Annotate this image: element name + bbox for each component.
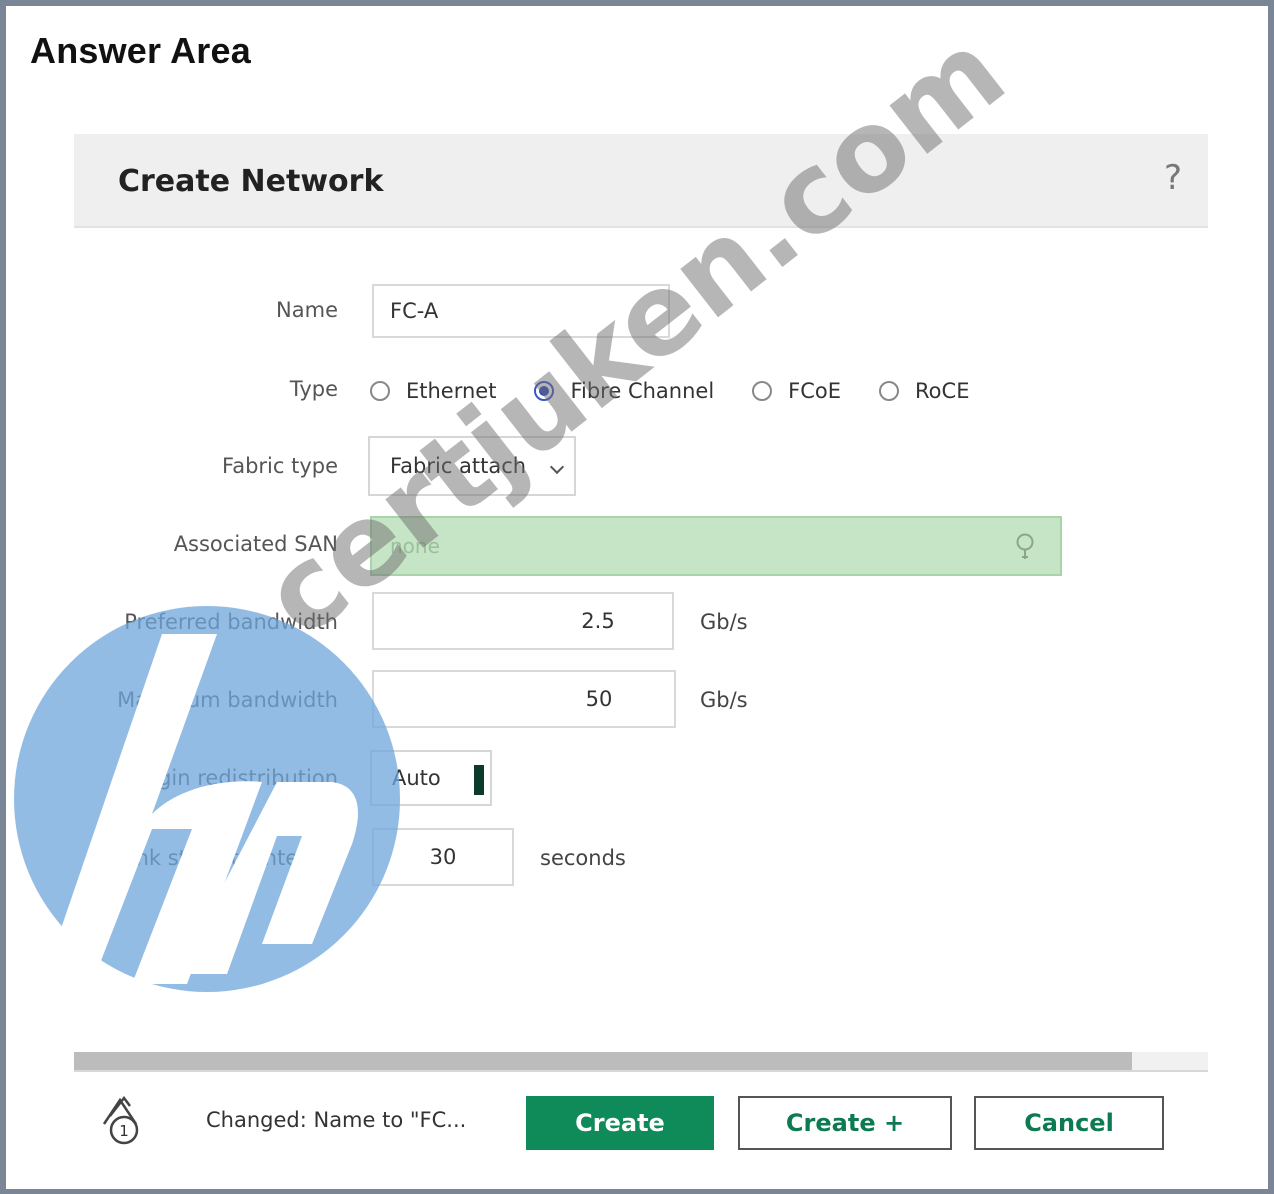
page-title: Answer Area [30, 30, 251, 71]
type-option-roce[interactable]: RoCE [879, 379, 969, 403]
search-icon[interactable] [1014, 532, 1038, 562]
radio-label: Ethernet [406, 379, 497, 403]
dialog-header: Create Network ? [74, 134, 1208, 228]
preferred-bandwidth-unit: Gb/s [700, 610, 748, 634]
fabric-type-label: Fabric type [222, 454, 338, 478]
footer-divider [74, 1070, 1208, 1072]
link-stability-interval-input[interactable]: 30 [372, 828, 514, 886]
chevron-down-icon [549, 459, 565, 475]
changed-status-text: Changed: Name to "FC... [206, 1108, 467, 1132]
type-option-ethernet[interactable]: Ethernet [370, 379, 496, 403]
associated-san-label: Associated SAN [173, 532, 338, 556]
horizontal-scrollbar[interactable] [74, 1052, 1208, 1070]
radio-label: FCoE [788, 379, 842, 403]
history-count: 1 [119, 1122, 129, 1140]
associated-san-input[interactable]: none [370, 516, 1062, 576]
toggle-handle[interactable] [474, 765, 484, 795]
radio-button-selected[interactable] [534, 381, 555, 401]
radio-label: Fibre Channel [570, 379, 715, 403]
maximum-bandwidth-unit: Gb/s [700, 688, 748, 712]
fabric-type-value: Fabric attach [390, 454, 527, 478]
radio-button[interactable] [879, 381, 900, 401]
maximum-bandwidth-input[interactable]: 50 [372, 670, 676, 728]
fabric-type-select[interactable]: Fabric attach [368, 436, 576, 496]
link-stability-interval-unit: seconds [540, 846, 626, 870]
dialog-title: Create Network [118, 164, 384, 199]
preferred-bandwidth-input[interactable]: 2.5 [372, 592, 674, 650]
name-input[interactable]: FC-A [372, 284, 670, 338]
type-label: Type [289, 377, 338, 401]
associated-san-placeholder: none [390, 534, 440, 558]
maximum-bandwidth-label: Maximum bandwidth [117, 688, 338, 712]
type-radio-group: Ethernet Fibre Channel FCoE RoCE [370, 374, 1007, 408]
question-mark-icon[interactable]: ? [1164, 158, 1182, 198]
type-option-fcoe[interactable]: FCoE [752, 379, 841, 403]
login-redistribution-value: Auto [392, 766, 441, 790]
link-stability-interval-label: Link stability interval [118, 846, 338, 870]
name-label: Name [276, 298, 338, 322]
type-option-fibre-channel[interactable]: Fibre Channel [534, 379, 714, 403]
radio-button[interactable] [370, 381, 390, 401]
login-redistribution-toggle[interactable]: Auto [370, 750, 492, 806]
history-icon[interactable]: 1 [96, 1094, 146, 1146]
preferred-bandwidth-label: Preferred bandwidth [124, 610, 338, 634]
radio-button[interactable] [752, 381, 773, 401]
cancel-button[interactable]: Cancel [974, 1096, 1164, 1150]
scrollbar-thumb[interactable] [74, 1052, 1132, 1070]
login-redistribution-label: Login redistribution [133, 766, 338, 790]
create-plus-button[interactable]: Create + [738, 1096, 952, 1150]
create-button[interactable]: Create [526, 1096, 714, 1150]
radio-label: RoCE [915, 379, 970, 403]
